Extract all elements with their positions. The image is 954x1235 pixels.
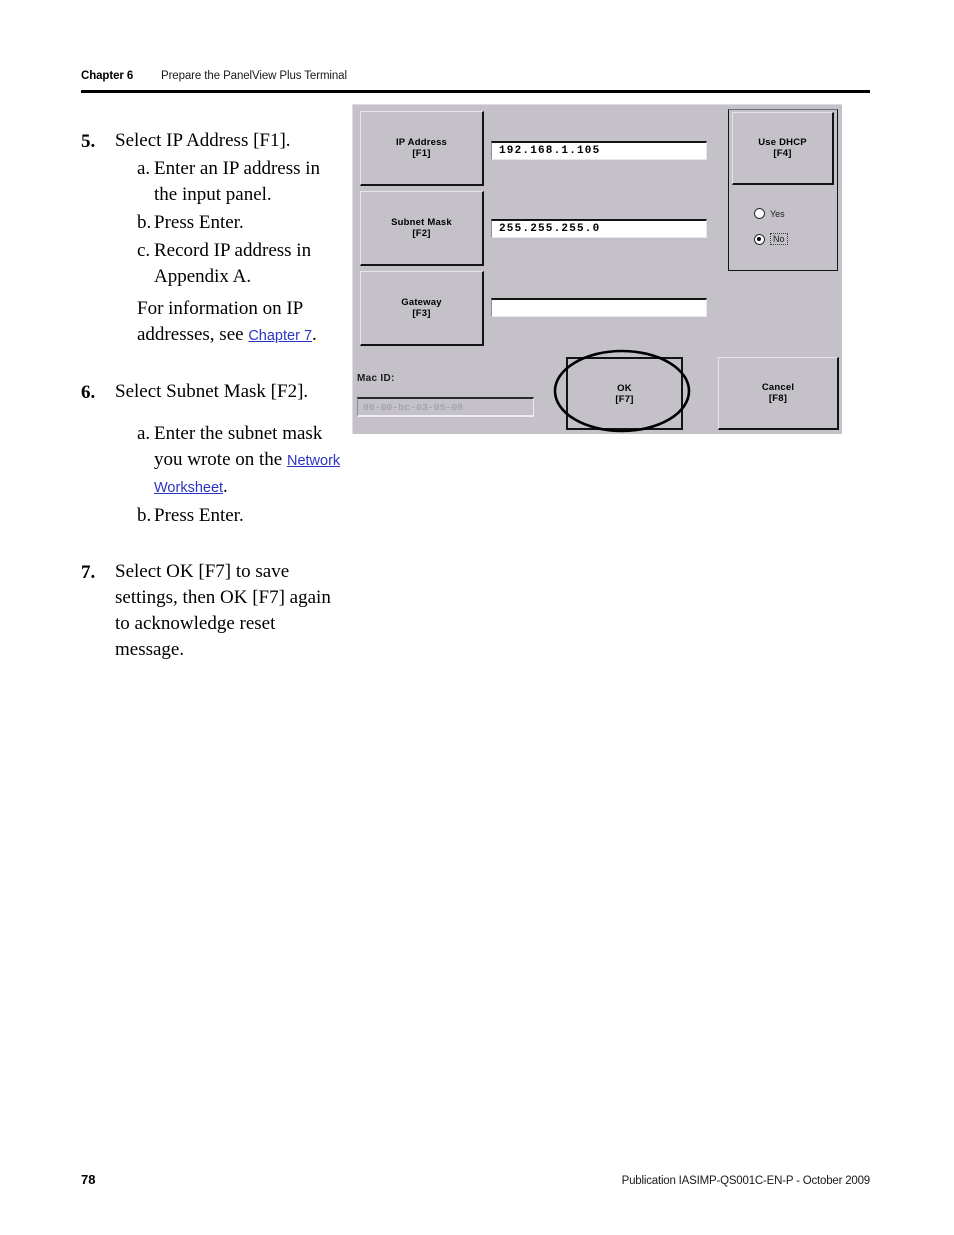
substep-marker: a. — [137, 158, 151, 179]
step-5-text: Select IP Address [F1]. — [115, 130, 291, 151]
substep-text: Press Enter. — [154, 505, 244, 526]
substep-text: Press Enter. — [154, 212, 244, 233]
mac-id-label: Mac ID: — [357, 373, 395, 384]
substep-text: Enter an IP address in the input panel. — [154, 158, 321, 205]
subnet-mask-input[interactable]: 255.255.255.0 — [491, 219, 707, 238]
step-5: 5. Select IP Address [F1]. a. Enter an I… — [81, 128, 346, 349]
substep-text-suffix: . — [223, 476, 228, 497]
step-6-substep-b: b. Press Enter. — [115, 503, 346, 529]
dhcp-yes-label: Yes — [770, 208, 785, 219]
spacer-step6-step7 — [81, 535, 346, 559]
step-7-text: Select OK [F7] to save settings, then OK… — [115, 561, 331, 660]
substep-text: Record IP address in Appendix A. — [154, 240, 312, 287]
use-dhcp-button-label: Use DHCP — [758, 137, 807, 148]
dhcp-yes-radio[interactable]: Yes — [754, 208, 785, 219]
use-dhcp-button[interactable]: Use DHCP [F4] — [732, 112, 834, 185]
panelview-network-settings-screenshot: IP Address [F1] Subnet Mask [F2] Gateway… — [352, 104, 842, 434]
ip-address-button-label: IP Address — [395, 137, 448, 148]
radio-unchecked-icon — [754, 208, 765, 219]
step-6-body: Select Subnet Mask [F2]. a. Enter the su… — [115, 379, 346, 529]
step-5-substep-c: c. Record IP address in Appendix A. — [115, 238, 346, 290]
chapter-label: Chapter 6 — [81, 70, 134, 82]
cancel-button-label: Cancel — [761, 382, 795, 393]
substep-text: Enter the subnet mask you wrote on the N… — [154, 421, 346, 501]
ip-address-button-key: [F1] — [412, 148, 431, 159]
note-suffix: . — [312, 324, 317, 345]
ok-button[interactable]: OK [F7] — [566, 357, 683, 430]
header-row: Chapter 6 Prepare the PanelView Plus Ter… — [81, 70, 871, 82]
cancel-button[interactable]: Cancel [F8] — [718, 357, 839, 430]
step-7-number: 7. — [81, 562, 96, 583]
subnet-mask-button[interactable]: Subnet Mask [F2] — [360, 191, 484, 266]
page-header: Chapter 6 Prepare the PanelView Plus Ter… — [81, 70, 871, 82]
chapter-7-link[interactable]: Chapter 7 — [248, 328, 312, 344]
step-7: 7. Select OK [F7] to save settings, then… — [81, 559, 346, 663]
chapter-title: Prepare the PanelView Plus Terminal — [161, 70, 347, 82]
spacer-step6-substeps — [115, 405, 346, 419]
step-6-substep-a: a. Enter the subnet mask you wrote on th… — [115, 421, 346, 501]
page-footer: 78 Publication IASIMP-QS001C-EN-P - Octo… — [81, 1172, 870, 1187]
step-5-substep-b: b. Press Enter. — [115, 210, 346, 236]
gateway-button[interactable]: Gateway [F3] — [360, 271, 484, 346]
step-5-body: Select IP Address [F1]. a. Enter an IP a… — [115, 128, 346, 349]
publication-info: Publication IASIMP-QS001C-EN-P - October… — [621, 1175, 871, 1187]
dhcp-no-label: No — [770, 233, 788, 245]
substep-marker: b. — [137, 505, 152, 526]
ip-address-button[interactable]: IP Address [F1] — [360, 111, 484, 186]
step-5-note: For information on IP addresses, see Cha… — [115, 296, 346, 349]
gateway-button-label: Gateway — [401, 297, 442, 308]
instruction-steps: 5. Select IP Address [F1]. a. Enter an I… — [81, 128, 346, 669]
step-6-text: Select Subnet Mask [F2]. — [115, 381, 309, 402]
step-6: 6. Select Subnet Mask [F2]. a. Enter the… — [81, 379, 346, 529]
cancel-button-key: [F8] — [768, 393, 788, 404]
substep-marker: a. — [137, 423, 151, 444]
use-dhcp-group: Use DHCP [F4] Yes No — [728, 109, 838, 271]
ok-button-label: OK — [617, 382, 632, 394]
subnet-mask-button-label: Subnet Mask — [391, 217, 452, 228]
page-number: 78 — [81, 1172, 96, 1187]
radio-checked-icon — [754, 233, 765, 245]
substep-marker: c. — [137, 240, 151, 261]
subnet-mask-button-key: [F2] — [412, 228, 431, 239]
dhcp-no-radio[interactable]: No — [754, 233, 788, 245]
mac-id-value: 00-00-bc-03-05-08 — [357, 397, 534, 417]
step-6-substeps: a. Enter the subnet mask you wrote on th… — [115, 421, 346, 529]
use-dhcp-button-key: [F4] — [773, 148, 792, 159]
step-5-number: 5. — [81, 131, 96, 152]
spacer-step5-step6 — [81, 355, 346, 379]
ip-address-input[interactable]: 192.168.1.105 — [491, 141, 707, 160]
step-6-number: 6. — [81, 382, 96, 403]
header-divider — [81, 90, 870, 93]
gateway-button-key: [F3] — [412, 308, 431, 319]
step-7-body: Select OK [F7] to save settings, then OK… — [115, 559, 346, 663]
step-5-substeps: a. Enter an IP address in the input pane… — [115, 156, 346, 290]
ok-button-key: [F7] — [615, 393, 634, 405]
step-5-substep-a: a. Enter an IP address in the input pane… — [115, 156, 346, 208]
substep-marker: b. — [137, 212, 152, 233]
gateway-input[interactable] — [491, 298, 707, 317]
